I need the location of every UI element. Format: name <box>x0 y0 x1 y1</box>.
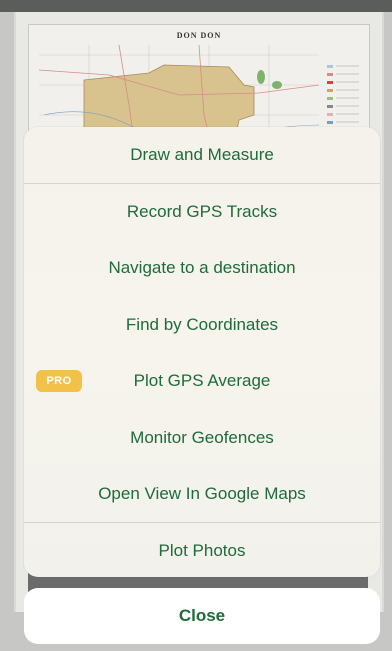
open-in-google-maps-button[interactable]: Open View In Google Maps <box>24 466 380 522</box>
close-label: Close <box>178 606 226 625</box>
action-label: Navigate to a destination <box>108 258 296 277</box>
monitor-geofences-button[interactable]: Monitor Geofences <box>24 410 380 466</box>
status-bar <box>0 0 392 12</box>
pro-badge: PRO <box>36 370 82 392</box>
record-gps-tracks-button[interactable]: Record GPS Tracks <box>24 184 380 240</box>
plot-photos-button[interactable]: Plot Photos <box>24 523 380 577</box>
close-button[interactable]: Close <box>24 588 380 644</box>
find-by-coordinates-button[interactable]: Find by Coordinates <box>24 297 380 353</box>
navigate-to-destination-button[interactable]: Navigate to a destination <box>24 240 380 296</box>
action-sheet: Draw and Measure Record GPS Tracks Navig… <box>24 127 380 577</box>
app-screen: DON DON Draw and Measure Record GPS Trac… <box>0 0 392 651</box>
action-label: Find by Coordinates <box>125 315 279 334</box>
action-label: Open View In Google Maps <box>98 484 306 503</box>
draw-and-measure-button[interactable]: Draw and Measure <box>24 127 380 183</box>
action-label: Draw and Measure <box>130 145 274 164</box>
map-title: DON DON <box>176 31 222 40</box>
action-label: Monitor Geofences <box>130 428 274 447</box>
action-label: Plot GPS Average <box>133 371 271 390</box>
action-label: Record GPS Tracks <box>126 202 278 221</box>
action-label: Plot Photos <box>158 541 246 560</box>
